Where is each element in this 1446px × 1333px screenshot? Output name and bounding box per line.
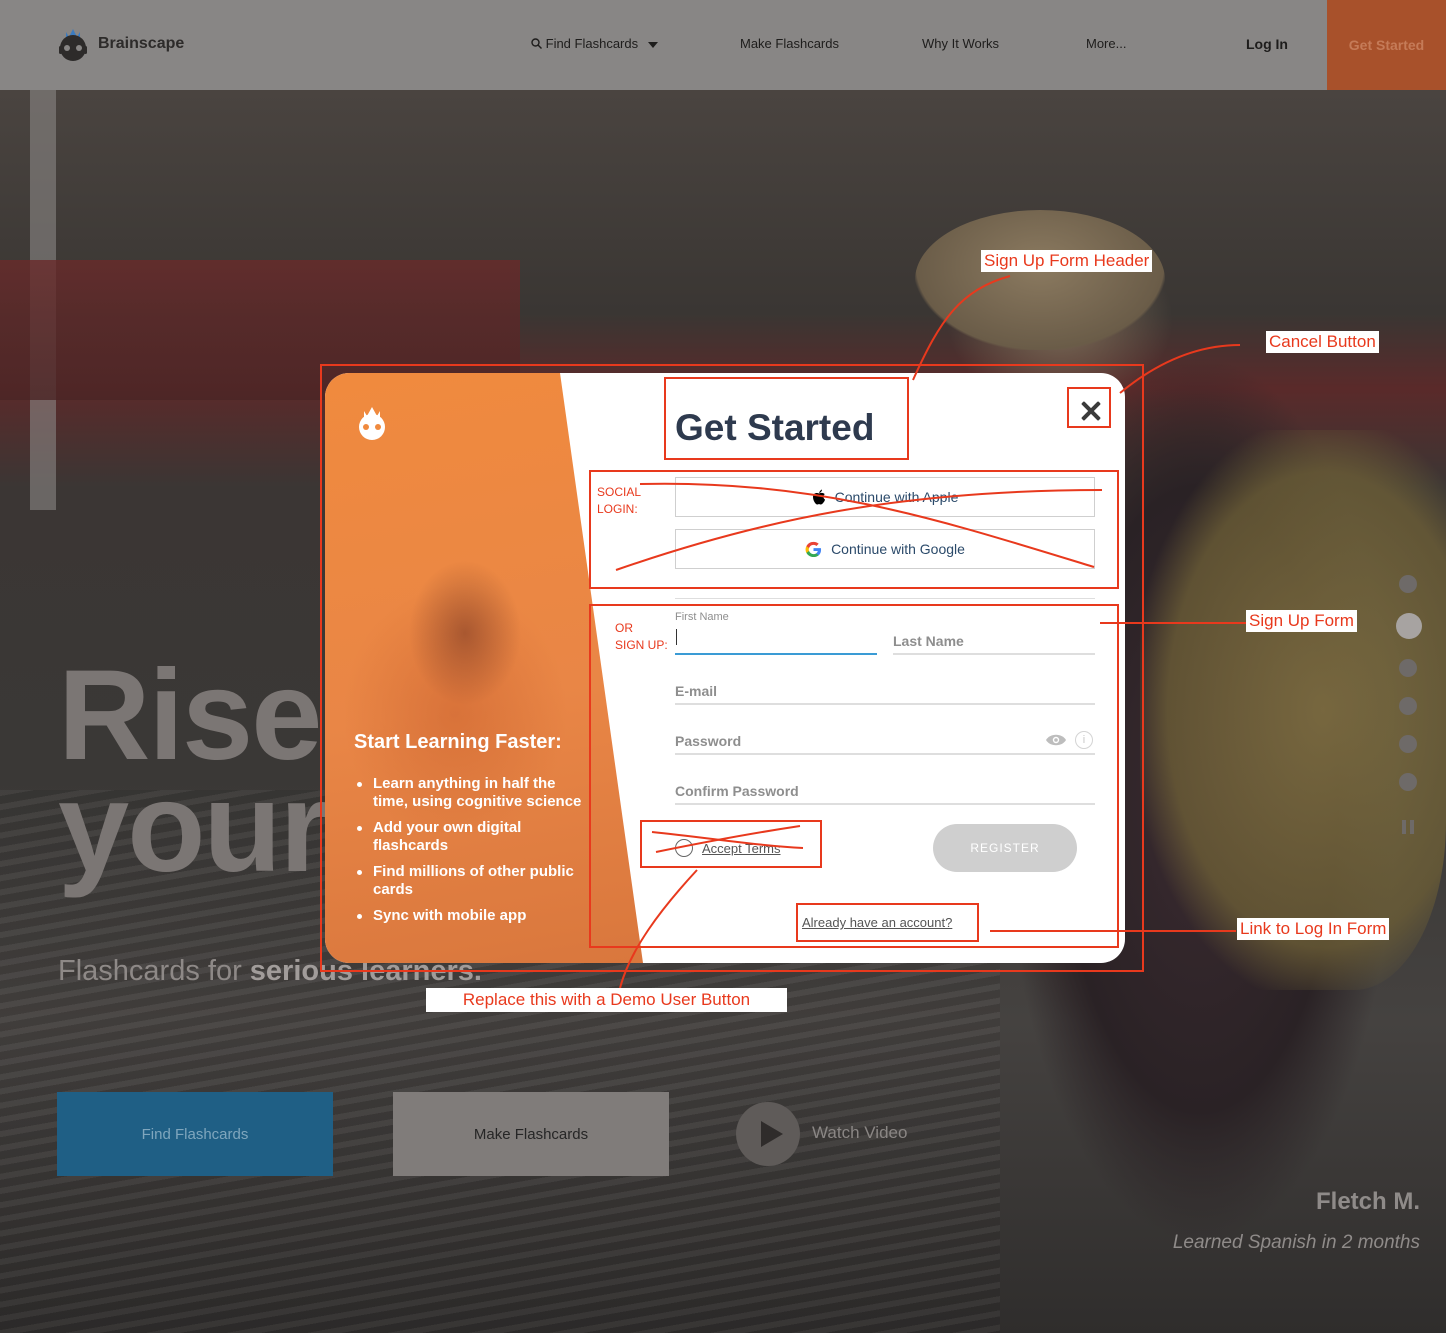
annotation-signup-form-label: Sign Up Form — [1246, 610, 1357, 632]
annotation-social-line2: LOGIN: — [597, 502, 638, 516]
carousel-dots — [1396, 575, 1422, 811]
carousel-dot[interactable] — [1399, 773, 1417, 791]
annotation-or-line1: OR — [615, 621, 633, 635]
testimonial-text: Learned Spanish in 2 months — [1172, 1232, 1420, 1253]
annotation-cancel-box — [1067, 387, 1111, 428]
watch-video-link[interactable]: Watch Video — [812, 1123, 907, 1143]
annotation-login-link-box — [796, 903, 979, 942]
annotation-social-box — [589, 470, 1119, 589]
annotation-or-line2: SIGN UP: — [615, 638, 668, 652]
annotation-header-box — [664, 377, 909, 460]
top-nav: Brainscape Find Flashcards Make Flashcar… — [0, 0, 1446, 90]
search-icon — [531, 38, 542, 49]
annotation-form-box — [589, 604, 1119, 948]
hero-title-line2: your — [58, 756, 329, 899]
annotation-cancel-label: Cancel Button — [1266, 331, 1379, 353]
annotation-social-login: SOCIAL LOGIN: — [597, 484, 641, 518]
chevron-down-icon — [647, 41, 658, 48]
brand-name: Brainscape — [98, 35, 185, 52]
brand-logo[interactable]: Brainscape — [56, 26, 184, 62]
nav-get-started-button[interactable]: Get Started — [1327, 0, 1446, 90]
background-hat — [915, 210, 1165, 350]
carousel-dot[interactable] — [1399, 735, 1417, 753]
nav-log-in[interactable]: Log In — [1246, 36, 1288, 52]
testimonial-name: Fletch M. — [1315, 1188, 1420, 1215]
annotation-demo-label: Replace this with a Demo User Button — [426, 988, 787, 1012]
carousel-dot[interactable] — [1399, 697, 1417, 715]
pause-icon[interactable] — [1402, 820, 1414, 834]
brainscape-logo-icon — [59, 29, 87, 61]
carousel-dot[interactable] — [1399, 575, 1417, 593]
nav-find-flashcards[interactable]: Find Flashcards — [531, 36, 658, 51]
annotation-login-link-label: Link to Log In Form — [1237, 918, 1390, 940]
hero-title: Rise your — [58, 652, 329, 899]
nav-why-it-works[interactable]: Why It Works — [922, 36, 999, 51]
hero-subtitle-prefix: Flashcards for — [58, 955, 250, 987]
hero-find-flashcards-button[interactable]: Find Flashcards — [57, 1092, 333, 1176]
hero-make-flashcards-button[interactable]: Make Flashcards — [393, 1092, 669, 1176]
nav-more[interactable]: More... — [1086, 36, 1126, 51]
nav-make-flashcards[interactable]: Make Flashcards — [740, 36, 839, 51]
carousel-dot[interactable] — [1399, 659, 1417, 677]
annotation-terms-box — [640, 820, 822, 868]
nav-find-flashcards-label: Find Flashcards — [545, 36, 639, 51]
annotation-header-label: Sign Up Form Header — [981, 250, 1153, 272]
carousel-dot-active[interactable] — [1396, 613, 1422, 639]
annotation-social-line1: SOCIAL — [597, 485, 642, 499]
annotation-or-sign-up: OR SIGN UP: — [615, 620, 668, 654]
play-icon[interactable] — [736, 1102, 800, 1166]
